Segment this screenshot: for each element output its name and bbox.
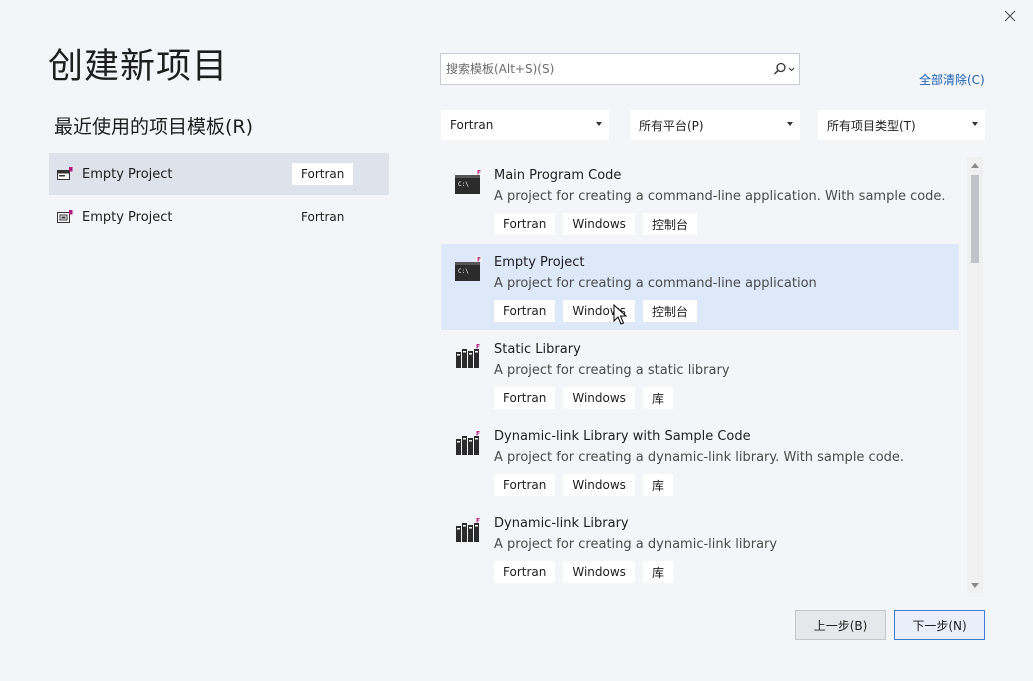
search-icon[interactable]	[769, 54, 799, 84]
template-description: A project for creating a dynamic-link li…	[494, 537, 778, 552]
next-button[interactable]: 下一步(N)	[894, 610, 985, 640]
template-item[interactable]: F Dynamic-link Library A project for cre…	[441, 505, 959, 591]
language-filter-value: Fortran	[450, 118, 494, 132]
template-list: C:\ F Main Program Code A project for cr…	[441, 157, 959, 593]
console-app-icon: C:\ F	[454, 169, 484, 195]
svg-text:C:\: C:\	[458, 181, 469, 188]
template-name: Dynamic-link Library with Sample Code	[494, 429, 751, 444]
language-tag: Fortran	[494, 387, 556, 409]
chevron-down-icon	[596, 122, 602, 126]
template-item[interactable]: C:\ F Main Program Code A project for cr…	[441, 157, 959, 243]
project-type-filter-value: 所有项目类型(T)	[827, 118, 916, 133]
template-item[interactable]: F Static Library A project for creating …	[441, 331, 959, 417]
svg-text:F: F	[477, 257, 481, 264]
type-tag: 库	[642, 474, 673, 496]
language-tag: Fortran	[494, 300, 556, 322]
project-type-filter-dropdown[interactable]: 所有项目类型(T)	[818, 110, 985, 140]
library-icon: F	[454, 343, 484, 369]
recent-template-label: Empty Project	[82, 209, 173, 225]
template-name: Dynamic-link Library	[494, 516, 629, 531]
language-tag: Fortran	[494, 213, 556, 235]
chevron-down-icon	[972, 122, 978, 126]
type-tag: 库	[642, 561, 673, 583]
template-name: Static Library	[494, 342, 581, 357]
template-description: A project for creating a static library	[494, 363, 730, 378]
template-item[interactable]: F Dynamic-link Library with Sample Code …	[441, 418, 959, 504]
platform-tag: Windows	[563, 300, 635, 322]
chevron-down-icon	[787, 122, 793, 126]
svg-text:F: F	[476, 431, 480, 438]
library-icon: F	[454, 517, 484, 543]
scrollbar-thumb[interactable]	[971, 175, 979, 263]
platform-tag: Windows	[563, 213, 635, 235]
page-title: 创建新项目	[48, 47, 229, 87]
platform-filter-dropdown[interactable]: 所有平台(P)	[630, 110, 800, 140]
scroll-up-icon[interactable]	[967, 157, 983, 173]
console-app-icon: C:\ F	[454, 256, 484, 282]
type-tag: 控制台	[642, 213, 697, 235]
language-tag: Fortran	[301, 210, 345, 224]
language-tag: Fortran	[292, 163, 354, 185]
project-template-icon	[57, 210, 73, 224]
svg-text:F: F	[476, 344, 480, 351]
back-button[interactable]: 上一步(B)	[795, 610, 886, 640]
close-icon	[1004, 7, 1016, 26]
search-input[interactable]	[441, 53, 769, 85]
template-description: A project for creating a command-line ap…	[494, 189, 946, 204]
template-description: A project for creating a command-line ap…	[494, 276, 817, 291]
clear-all-link[interactable]: 全部清除(C)	[919, 71, 985, 88]
type-tag: 控制台	[642, 300, 697, 322]
console-project-icon	[57, 167, 73, 181]
platform-tag: Windows	[563, 387, 635, 409]
recent-template-item[interactable]: Empty Project Fortran	[49, 196, 389, 238]
template-name: Main Program Code	[494, 168, 622, 183]
template-name: Empty Project	[494, 255, 585, 270]
recent-templates-heading: 最近使用的项目模板(R)	[54, 116, 254, 138]
platform-filter-value: 所有平台(P)	[639, 118, 704, 133]
svg-text:F: F	[477, 170, 481, 177]
platform-tag: Windows	[563, 561, 635, 583]
template-list-scrollbar[interactable]	[967, 157, 983, 593]
scroll-down-icon[interactable]	[967, 577, 983, 593]
recent-template-item[interactable]: Empty Project Fortran	[49, 153, 389, 195]
language-tag: Fortran	[494, 561, 556, 583]
template-item[interactable]: C:\ F Empty Project A project for creati…	[441, 244, 959, 330]
library-icon: F	[454, 430, 484, 456]
recent-template-label: Empty Project	[82, 166, 173, 182]
svg-text:F: F	[476, 518, 480, 525]
language-filter-dropdown[interactable]: Fortran	[441, 110, 609, 140]
language-tag: Fortran	[494, 474, 556, 496]
template-description: A project for creating a dynamic-link li…	[494, 450, 905, 465]
close-button[interactable]	[999, 5, 1021, 27]
search-box[interactable]	[440, 53, 800, 85]
platform-tag: Windows	[563, 474, 635, 496]
type-tag: 库	[642, 387, 673, 409]
svg-text:C:\: C:\	[458, 268, 469, 275]
